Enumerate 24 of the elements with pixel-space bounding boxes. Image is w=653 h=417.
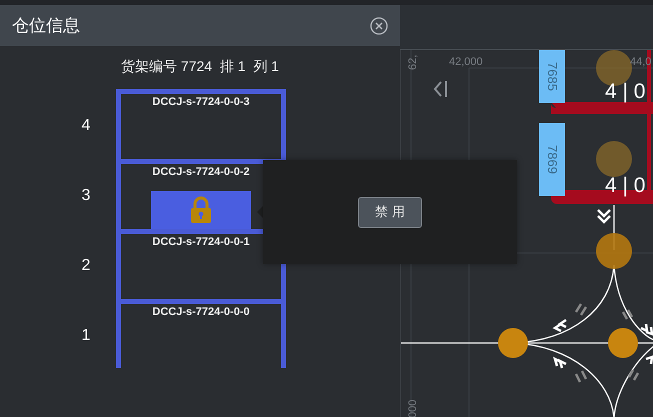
waypoint-node[interactable] bbox=[608, 328, 638, 358]
waypoint-node[interactable] bbox=[596, 141, 632, 177]
storage-slot[interactable]: DCCJ-s-7724-0-0-3 bbox=[121, 89, 281, 159]
collapse-icon[interactable] bbox=[434, 80, 447, 98]
padlock-icon bbox=[190, 196, 212, 224]
storage-slot[interactable]: DCCJ-s-7724-0-0-0 bbox=[121, 299, 281, 368]
close-icon[interactable] bbox=[370, 16, 388, 34]
level-number: 4 bbox=[80, 116, 92, 136]
chevron-arrow-icon bbox=[596, 208, 612, 224]
slot-code: DCCJ-s-7724-0-0-3 bbox=[152, 96, 250, 108]
axis-label: 42,000 bbox=[449, 56, 483, 68]
waypoint-node[interactable] bbox=[498, 328, 528, 358]
waypoint-node[interactable] bbox=[596, 233, 632, 269]
panel-title: 仓位信息 bbox=[12, 15, 80, 37]
disable-button[interactable]: 禁用 bbox=[358, 196, 422, 228]
rack-heading: 货架编号 7724 排 1 列 1 bbox=[120, 58, 280, 76]
rack-count: 4 | 0 bbox=[605, 80, 646, 104]
level-number: 3 bbox=[80, 186, 92, 206]
level-number: 2 bbox=[80, 256, 92, 276]
slot-code: DCCJ-s-7724-0-0-2 bbox=[152, 166, 250, 178]
axis-label: 62, bbox=[407, 54, 419, 70]
level-number: 1 bbox=[80, 326, 92, 346]
slot-code: DCCJ-s-7724-0-0-0 bbox=[152, 306, 250, 318]
slot-code: DCCJ-s-7724-0-0-1 bbox=[152, 236, 250, 248]
